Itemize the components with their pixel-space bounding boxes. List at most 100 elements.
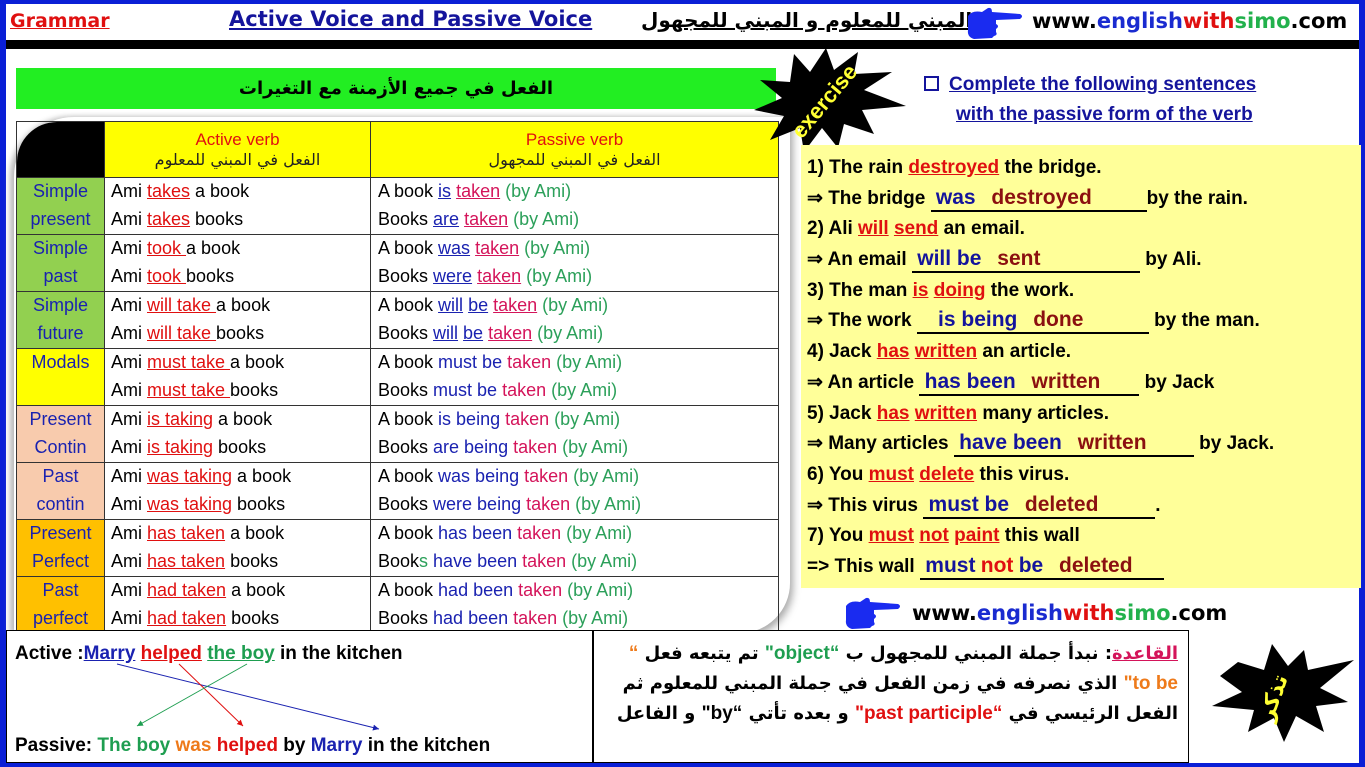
- answer-blank[interactable]: must be deleted: [923, 493, 1156, 519]
- active-sentence: Ami took books: [111, 266, 235, 286]
- checkbox-icon: [924, 76, 939, 91]
- past-participle: taken: [513, 608, 558, 628]
- exercise-answer: ⇒ The bridge was destroyed by the rain.: [807, 184, 1361, 215]
- active-sentence: Ami was taking a book: [111, 466, 292, 486]
- tense-name: future: [37, 323, 84, 343]
- past-participle: taken: [493, 295, 538, 315]
- passive-cell: A book was being taken (by Ami) Books wer…: [370, 462, 779, 520]
- active-sentence: Ami will take books: [111, 323, 265, 343]
- active-verb: has taken: [147, 523, 226, 543]
- agent: (by Ami): [551, 352, 623, 372]
- exercise-answer: ⇒ This virus must be deleted.: [807, 491, 1361, 522]
- tense-name: Modals: [31, 352, 90, 372]
- past-participle: taken: [518, 580, 563, 600]
- passive-cell: A book is being taken (by Ami) Books are …: [370, 405, 779, 463]
- tense-name: Contin: [34, 437, 87, 457]
- passive-cell: A book must be taken (by Ami) Books must …: [370, 348, 779, 406]
- answer-blank[interactable]: have been written: [953, 431, 1194, 458]
- active-sentence: Ami has taken books: [111, 551, 279, 571]
- highlighted-verb: will: [858, 218, 889, 240]
- highlighted-verb: must: [868, 463, 914, 485]
- agent: (by Ami): [519, 238, 591, 258]
- answer-negation: not: [980, 553, 1014, 577]
- passive-sentence: A book was being taken (by Ami): [378, 466, 640, 486]
- category-label: Grammar: [10, 10, 110, 32]
- header-divider: [6, 40, 1359, 49]
- site-url[interactable]: www.englishwithsimo.com: [1032, 9, 1347, 33]
- active-verb: takes: [147, 181, 191, 201]
- passive-aux: had been: [438, 580, 519, 600]
- active-verb: must take: [147, 352, 231, 372]
- answer-auxiliary: be: [1018, 553, 1044, 577]
- table-row: Simple present Ami takes a book Ami takes b…: [16, 177, 779, 235]
- active-sentence: Ami took a book: [111, 238, 241, 258]
- answer-blank[interactable]: has been written: [919, 369, 1140, 396]
- agent: (by Ami): [508, 209, 580, 229]
- past-participle: taken: [505, 409, 550, 429]
- table-row: Present Perfect Ami has taken a book Ami ha…: [16, 519, 779, 577]
- exercise-answer: ⇒ An article has been written by Jack: [807, 368, 1361, 399]
- past-participle: taken: [517, 523, 562, 543]
- tense-name: past: [43, 266, 78, 286]
- passive-sentence: A book will be taken (by Ami): [378, 295, 609, 315]
- active-sentence: Ami takes books: [111, 209, 244, 229]
- exercise-question: 5) Jack has written many articles.: [807, 402, 1110, 424]
- past-participle: taken: [456, 181, 501, 201]
- highlighted-verb: is: [912, 279, 929, 301]
- agent: (by Ami): [566, 551, 638, 571]
- tense-name: [17, 377, 104, 405]
- answer-auxiliary: have been: [959, 431, 1062, 455]
- past-participle: taken: [513, 437, 558, 457]
- answer-blank[interactable]: was destroyed: [930, 186, 1147, 212]
- active-verb: took: [147, 238, 187, 258]
- agent: (by Ami): [521, 266, 593, 286]
- answer-auxiliary: has been: [924, 369, 1016, 393]
- passive-aux: are being: [433, 437, 514, 457]
- answer-auxiliary: must: [925, 553, 976, 577]
- pointing-hand-icon: [845, 597, 900, 629]
- active-verb: will take: [147, 295, 217, 315]
- exercise-panel: 1) The rain destroyed the bridge. ⇒ The b…: [801, 145, 1361, 588]
- agent: (by Ami): [500, 181, 572, 201]
- reminder-badge: تذكر: [1212, 644, 1354, 742]
- answer-blank[interactable]: will be sent: [911, 247, 1140, 274]
- agent: (by Ami): [532, 323, 604, 343]
- active-sentence: Active :Marry helped the boy in the kitc…: [15, 643, 403, 664]
- active-cell: Ami was taking a book Ami was taking book…: [104, 462, 371, 520]
- subject-to-agent-arrow: [116, 663, 380, 731]
- answer-auxiliary: will be: [917, 247, 982, 271]
- passive-aux: have been: [433, 551, 523, 571]
- passive-sentence: Passive: The boy was helped by Marry in …: [15, 735, 491, 756]
- active-verb: is taking: [147, 409, 214, 429]
- footer-site-url[interactable]: www.englishwithsimo.com: [912, 601, 1227, 625]
- active-sentence: Ami is taking books: [111, 437, 267, 457]
- active-cell: Ami had taken a book Ami had taken books: [104, 576, 371, 634]
- passive-cell: A book has been taken (by Ami) Books have…: [370, 519, 779, 577]
- passive-aux: were being: [433, 494, 527, 514]
- passive-aux: will: [438, 295, 464, 315]
- highlighted-verb: paint: [954, 525, 1000, 547]
- active-cell: Ami must take a book Ami must take books: [104, 348, 371, 406]
- past-participle: taken: [464, 209, 509, 229]
- exercise-question: 2) Ali will send an email.: [807, 218, 1025, 240]
- passive-verb-header: Passive verb الفعل في المبني للمجهول: [370, 121, 779, 178]
- answer-blank[interactable]: must not be deleted: [920, 553, 1164, 580]
- highlighted-verb: written: [914, 341, 978, 363]
- table-corner: [16, 121, 105, 178]
- past-participle: taken: [522, 551, 567, 571]
- tense-name: Simple: [32, 238, 89, 258]
- table-row: Past perfect Ami had taken a book Ami had t…: [16, 576, 779, 634]
- active-sentence: Ami is taking a book: [111, 409, 273, 429]
- tense-name: contin: [36, 494, 85, 514]
- answer-blank[interactable]: is being done: [916, 309, 1149, 335]
- exercise-answer: ⇒ Many articles have been written by Jac…: [807, 429, 1361, 460]
- past-participle: taken: [477, 266, 522, 286]
- tense-cell: Simple future: [16, 291, 105, 349]
- page-frame: Grammar Active Voice and Passive Voice ا…: [6, 4, 1361, 763]
- passive-aux: has been: [438, 523, 518, 543]
- verb-arrow: [178, 663, 244, 727]
- agent: (by Ami): [546, 380, 618, 400]
- rule-text: القاعدة: نبدأ جملة المبني للمجهول ب “obj…: [616, 643, 1178, 724]
- agent: (by Ami): [549, 409, 621, 429]
- tense-cell: Present Perfect: [16, 519, 105, 577]
